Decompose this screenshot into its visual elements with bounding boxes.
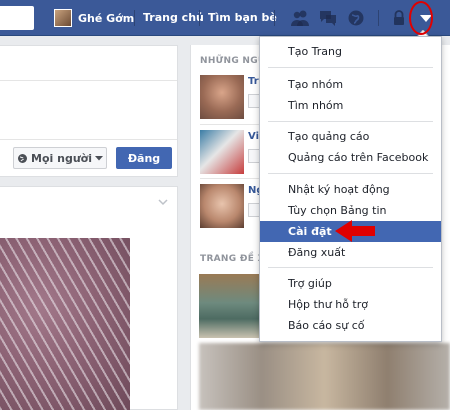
chevron-down-icon [94,156,103,161]
menu-item-help[interactable]: Trợ giúp [260,273,441,294]
avatar[interactable] [200,75,244,119]
nav-divider [378,10,379,26]
audience-label: Mọi người [31,151,92,165]
menu-item-activity-log[interactable]: Nhật ký hoạt động [260,179,441,200]
menu-separator [268,67,433,68]
find-friends-link[interactable]: Tìm bạn bè [208,6,277,30]
home-link[interactable]: Trang chủ [143,6,204,30]
profile-name: Ghé Gớm [78,11,135,25]
menu-separator [268,173,433,174]
menu-item-create-page[interactable]: Tạo Trang [260,41,441,62]
privacy-lock-icon[interactable] [392,9,406,27]
nav-divider [274,10,275,26]
red-arrow-annotation [335,220,375,242]
highlight-circle-annotation [409,1,433,35]
menu-item-support-inbox[interactable]: Hộp thư hỗ trợ [260,294,441,315]
menu-separator [268,121,433,122]
list-divider [200,178,260,179]
nav-divider [199,10,200,26]
composer-divider [0,80,177,81]
notifications-globe-icon[interactable] [346,9,366,27]
person-name[interactable]: Tr [248,76,259,87]
avatar [54,9,72,27]
audience-selector-button[interactable]: Mọi người [13,147,107,169]
globe-icon [18,153,28,163]
profile-link[interactable]: Ghé Gớm [54,6,134,30]
story-options-chevron-icon[interactable] [158,196,168,209]
post-button[interactable]: Đăng [116,147,172,169]
menu-item-find-groups[interactable]: Tìm nhóm [260,95,441,116]
composer-divider [0,139,177,140]
menu-item-create-group[interactable]: Tạo nhóm [260,74,441,95]
search-input[interactable] [0,6,34,30]
menu-item-log-out[interactable]: Đăng xuất [260,242,441,263]
messages-icon[interactable] [318,9,338,27]
avatar[interactable] [200,184,244,228]
top-navigation-bar: Ghé Gớm Trang chủ Tìm bạn bè [0,0,450,36]
suggested-page-photo[interactable] [199,343,450,410]
menu-item-create-ad[interactable]: Tạo quảng cáo [260,126,441,147]
menu-item-report-a-problem[interactable]: Báo cáo sự cố [260,315,441,336]
menu-separator [268,267,433,268]
menu-item-news-feed-preferences[interactable]: Tùy chọn Bảng tin [260,200,441,221]
list-divider [200,124,260,125]
suggested-page-photo[interactable] [199,274,265,338]
nav-divider [134,10,135,26]
person-name[interactable]: Vi [248,131,259,142]
menu-item-advertising-on-facebook[interactable]: Quảng cáo trên Facebook [260,147,441,168]
avatar[interactable] [200,130,244,174]
story-photo[interactable] [0,238,130,410]
account-dropdown-menu: Tạo Trang Tạo nhóm Tìm nhóm Tạo quảng cá… [259,36,442,342]
friend-requests-icon[interactable] [290,9,310,27]
